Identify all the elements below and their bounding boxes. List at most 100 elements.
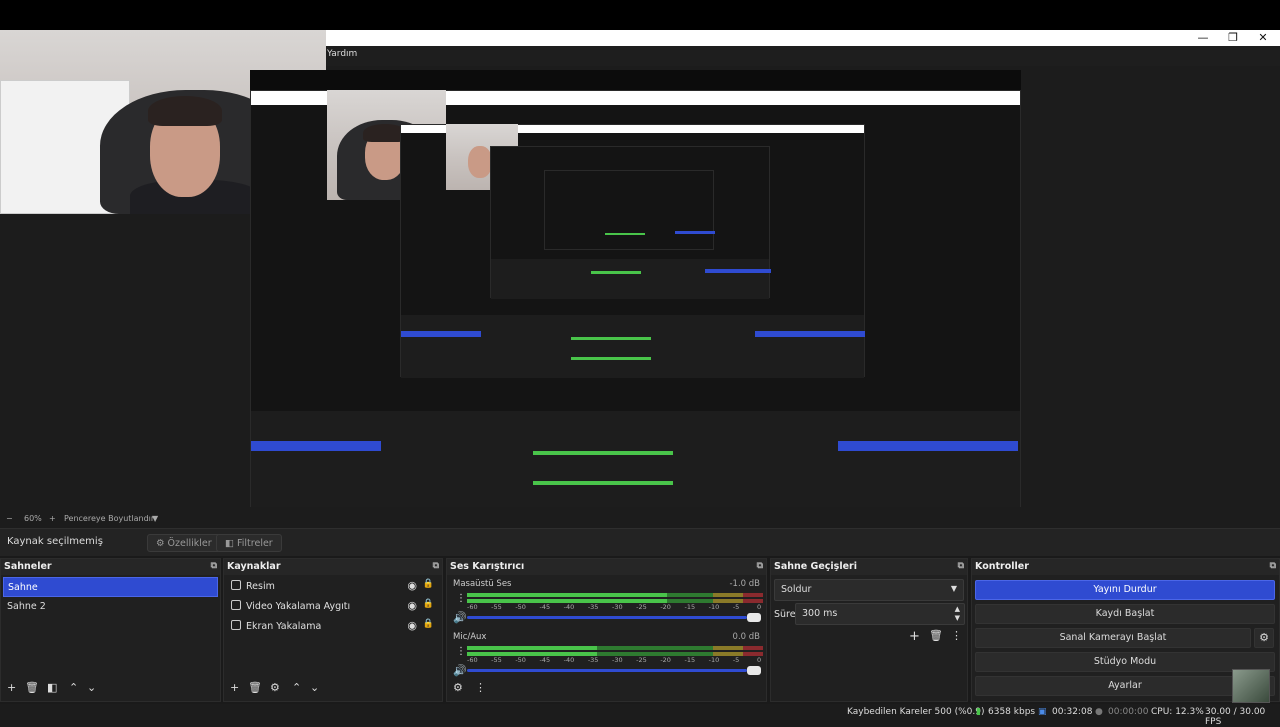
volume-slider[interactable] (467, 613, 761, 622)
more-icon[interactable]: ⋮ (475, 681, 486, 694)
scenes-toolbar: + 🗑 ◧ ⌃ ⌄ (1, 677, 220, 701)
channel-db: -1.0 dB (729, 579, 760, 589)
stop-stream-button[interactable]: Yayını Durdur (975, 580, 1275, 600)
bitrate: 6358 kbps (988, 707, 1036, 717)
tick-label: 0 (757, 603, 762, 611)
chevron-down-icon[interactable]: ⌄ (87, 681, 96, 694)
transitions-dock: Sahne Geçişleri ⧉ Soldur ▼ Süre 300 ms ▲ ▼ +… (770, 558, 968, 702)
tick-label: -10 (708, 656, 720, 664)
tick-label: -25 (636, 656, 647, 664)
gear-icon[interactable]: ⚙ (453, 681, 463, 694)
tick-label: -55 (491, 656, 502, 664)
trash-icon[interactable]: 🗑 (248, 681, 262, 694)
signal-icon: ▮ (976, 707, 981, 717)
chevron-up-icon[interactable]: ⌃ (69, 681, 78, 694)
float-icon[interactable]: ⧉ (757, 561, 763, 571)
stream-time: 00:32:08 (1052, 707, 1093, 717)
filter-icon[interactable]: ◧ (47, 681, 57, 694)
more-icon[interactable]: ⋮ (456, 646, 466, 657)
tick-label: -50 (515, 656, 526, 664)
tick-label: -45 (539, 603, 551, 611)
screen-top-bar (0, 0, 1280, 30)
eye-icon[interactable]: ◉ (407, 579, 417, 592)
speaker-icon[interactable]: 🔊 (453, 664, 467, 677)
studio-mode-button[interactable]: Stüdyo Modu (975, 652, 1275, 672)
duration-value: 300 ms (802, 608, 838, 619)
start-recording-button[interactable]: Kaydı Başlat (975, 604, 1275, 624)
controls-dock: Kontroller ⧉ Yayını Durdur Kaydı Başlat S… (971, 558, 1280, 703)
tick-label: -55 (491, 603, 502, 611)
tick-label: -5 (732, 656, 740, 664)
more-icon[interactable]: ⋮ (456, 593, 466, 604)
tick-label: -45 (539, 656, 551, 664)
gear-icon[interactable]: ⚙ (270, 681, 280, 694)
eye-icon[interactable]: ◉ (407, 599, 417, 612)
add-icon[interactable]: + (230, 681, 239, 694)
scenes-title-text: Sahneler (4, 561, 52, 572)
spin-icon[interactable]: ▲ ▼ (955, 605, 960, 623)
trash-icon[interactable]: 🗑 (929, 629, 943, 642)
tick-label: -30 (612, 603, 623, 611)
audio-mixer-dock: Ses Karıştırıcı ⧉ Masaüstü Ses -1.0 dB ⋮ … (446, 558, 767, 702)
meter-ticks: -60 -55 -50 -45 -40 -35 -30 -25 -20 -15 -10 -5 0 (467, 656, 763, 664)
channel-name: Mic/Aux (453, 632, 487, 642)
no-source-label: Kaynak seçilmemiş (7, 536, 103, 547)
trash-icon[interactable]: 🗑 (25, 681, 39, 694)
minimize-button[interactable]: — (1188, 30, 1218, 46)
lock-icon[interactable]: 🔒 (423, 619, 434, 629)
source-item[interactable]: Resim ◉ 🔒 (229, 577, 437, 597)
dropped-frames: Kaybedilen Kareler 500 (%0.9) (847, 707, 985, 717)
source-label: Video Yakalama Aygıtı (246, 601, 351, 612)
source-label: Resim (246, 581, 275, 592)
tick-label: -50 (515, 603, 526, 611)
tick-label: -35 (587, 603, 599, 611)
camera-icon (231, 600, 241, 610)
tick-label: -30 (612, 656, 623, 664)
stream-icon: ▣ (1038, 707, 1047, 717)
lock-icon[interactable]: 🔒 (423, 599, 434, 609)
float-icon[interactable]: ⧉ (433, 561, 439, 571)
tick-label: 0 (757, 656, 762, 664)
channel-db: 0.0 dB (732, 632, 760, 642)
speaker-icon[interactable]: 🔊 (453, 611, 467, 624)
properties-button[interactable]: ⚙ Özellikler (147, 534, 221, 552)
scene-item[interactable]: Sahne (3, 577, 218, 597)
lock-icon[interactable]: 🔒 (423, 579, 434, 589)
float-icon[interactable]: ⧉ (1270, 561, 1276, 571)
float-icon[interactable]: ⧉ (958, 561, 964, 571)
transition-select[interactable]: Soldur ▼ (774, 579, 964, 601)
source-toolbar: Kaynak seçilmemiş ⚙ Özellikler ◧ Filtrel… (0, 528, 1280, 556)
chevron-down-icon: ▼ (950, 584, 957, 593)
fit-window-label[interactable]: Pencereye Boyutlandır (64, 514, 154, 523)
float-icon[interactable]: ⧉ (211, 561, 217, 571)
monitor-icon (231, 620, 241, 630)
close-button[interactable]: ✕ (1248, 30, 1278, 46)
zoom-in-button[interactable]: + (49, 514, 56, 523)
tick-label: -60 (467, 603, 478, 611)
source-item[interactable]: Ekran Yakalama ◉ 🔒 (229, 617, 437, 637)
zoom-dropdown-icon[interactable]: ▼ (152, 514, 158, 523)
restore-button[interactable]: ❐ (1218, 30, 1248, 46)
avatar (1232, 669, 1270, 703)
eye-icon[interactable]: ◉ (407, 619, 417, 632)
mixer-toolbar: ⚙ ⋮ (447, 677, 766, 701)
scene-item[interactable]: Sahne 2 (3, 597, 218, 617)
more-icon[interactable]: ⋮ (951, 629, 962, 642)
volume-slider[interactable] (467, 666, 761, 675)
duration-field[interactable]: 300 ms ▲ ▼ (795, 603, 965, 625)
filter-icon: ◧ (225, 538, 237, 549)
tick-label: -25 (636, 603, 647, 611)
record-time: 00:00:00 (1108, 707, 1149, 717)
settings-button[interactable]: Ayarlar (975, 676, 1275, 696)
start-virtual-camera-button[interactable]: Sanal Kamerayı Başlat (975, 628, 1251, 648)
chevron-down-icon[interactable]: ⌄ (310, 681, 319, 694)
add-icon[interactable]: + (909, 629, 920, 644)
filters-button[interactable]: ◧ Filtreler (216, 534, 282, 552)
zoom-out-button[interactable]: − (6, 514, 13, 523)
chevron-up-icon[interactable]: ⌃ (292, 681, 301, 694)
add-icon[interactable]: + (7, 681, 16, 694)
source-item[interactable]: Video Yakalama Aygıtı ◉ 🔒 (229, 597, 437, 617)
menu-help[interactable]: Yardım (327, 49, 357, 59)
gear-icon[interactable]: ⚙ (1254, 628, 1274, 648)
tick-label: -15 (684, 603, 696, 611)
